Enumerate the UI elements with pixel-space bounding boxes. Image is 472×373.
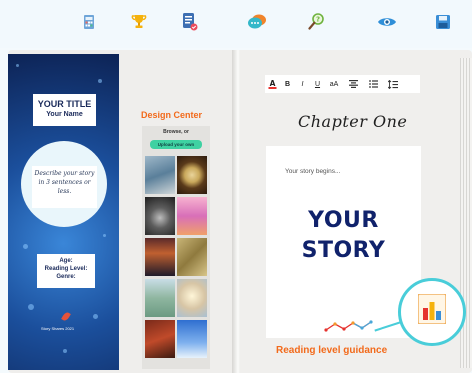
thumbnail-shore[interactable] <box>145 156 175 194</box>
align-center-icon[interactable] <box>343 77 363 91</box>
thumbnail-tag[interactable] <box>145 320 175 358</box>
meta-age: Age: <box>59 258 73 264</box>
bullet-list-icon[interactable] <box>363 77 383 91</box>
sparkle <box>16 64 19 67</box>
save-icon[interactable] <box>433 12 453 32</box>
thumbnail-tree[interactable] <box>145 197 175 235</box>
font-color-icon[interactable]: A <box>265 77 280 91</box>
story-headline-line-1: YOUR <box>308 208 379 233</box>
sparkle <box>63 349 67 353</box>
browse-label: Browse, or <box>163 129 189 135</box>
svg-text:A: A <box>270 79 276 88</box>
meta-reading-level: Reading Level: <box>44 266 88 272</box>
sparkle <box>23 244 28 249</box>
design-center-panel: Browse, or Upload your own <box>142 126 210 369</box>
thumbnail-pink-sky[interactable] <box>177 197 207 235</box>
leaf-logo-icon <box>61 311 71 322</box>
cover-meta-box[interactable]: Age: Reading Level: Genre: <box>37 254 95 288</box>
chat-icon[interactable] <box>247 12 267 32</box>
sparkle <box>98 79 102 83</box>
thumbnail-landscape[interactable] <box>145 279 175 317</box>
cover-description[interactable]: Describe your story in 3 sentences or le… <box>32 166 97 208</box>
thumbnail-sky[interactable] <box>177 320 207 358</box>
book-cover[interactable]: YOUR TITLE Your Name Describe your story… <box>8 54 119 370</box>
chapter-title[interactable]: Chapter One <box>298 112 407 131</box>
thumbnail-old-paper[interactable] <box>177 238 207 276</box>
reading-level-trend-icon <box>324 320 373 332</box>
meta-genre: Genre: <box>56 274 76 280</box>
svg-text:?: ? <box>316 16 320 24</box>
cover-title-box[interactable]: YOUR TITLE Your Name <box>33 94 96 126</box>
cover-title: YOUR TITLE <box>37 99 92 109</box>
story-headline-line-2: STORY <box>301 238 386 263</box>
sparkle <box>93 314 98 319</box>
story-placeholder: Your story begins... <box>285 168 341 175</box>
change-case-button[interactable]: aA <box>325 77 343 91</box>
bold-button[interactable]: B <box>280 77 295 91</box>
line-spacing-icon[interactable] <box>383 77 403 91</box>
cover-author: Your Name <box>46 111 83 118</box>
reading-level-guidance-label[interactable]: Reading level guidance <box>276 345 387 356</box>
underline-button[interactable]: U <box>310 77 325 91</box>
italic-button[interactable]: I <box>295 77 310 91</box>
thumbnail-light[interactable] <box>177 279 207 317</box>
checklist-icon[interactable] <box>180 12 200 32</box>
design-center-title: Design Center <box>141 110 203 120</box>
thumbnail-city-lights[interactable] <box>145 238 175 276</box>
upload-button[interactable]: Upload your own <box>150 140 202 149</box>
bar-chart-icon <box>418 294 446 324</box>
cover-description-circle: Describe your story in 3 sentences or le… <box>21 141 107 227</box>
story-headline: YOUR STORY <box>266 206 421 266</box>
reading-level-button[interactable] <box>398 278 466 346</box>
calculator-icon[interactable] <box>79 12 99 32</box>
format-toolbar: A B I U aA <box>265 75 420 93</box>
thumbnail-moon[interactable] <box>177 156 207 194</box>
trophy-icon[interactable] <box>129 12 149 32</box>
sparkle <box>28 304 34 310</box>
eye-icon[interactable] <box>377 12 397 32</box>
app-window: ? YOUR TITLE Your Name Describe your sto… <box>0 0 472 373</box>
magnifier-icon[interactable]: ? <box>306 12 326 32</box>
sparkle <box>103 234 106 237</box>
top-toolbar: ? <box>0 0 472 48</box>
cover-footer: Story Shares 2021 <box>41 326 75 331</box>
